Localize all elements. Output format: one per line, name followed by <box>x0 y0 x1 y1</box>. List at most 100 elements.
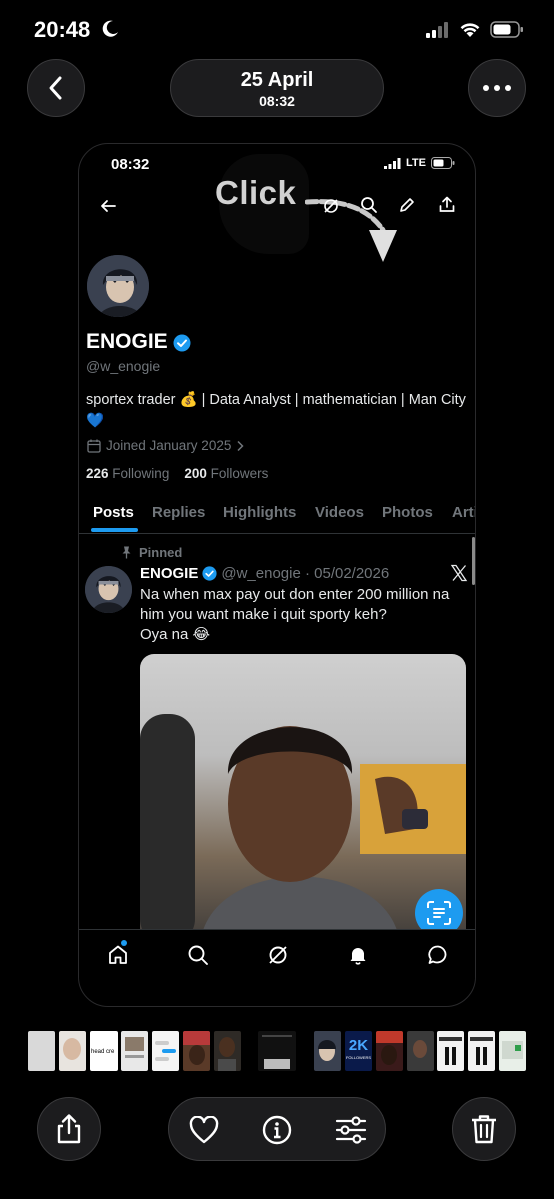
chevron-left-icon <box>49 76 62 100</box>
profile-bio: sportex trader 💰 | Data Analyst | mathem… <box>86 392 466 429</box>
photo-viewer-image[interactable]: 08:32 LTE Click ENOGIE @w_enogie sportex… <box>78 143 476 1007</box>
thumbnail[interactable] <box>152 1031 179 1071</box>
system-status-bar: 20:48 <box>0 0 554 60</box>
search-icon[interactable] <box>360 196 378 214</box>
chevron-right-icon <box>237 440 244 451</box>
scan-text-icon <box>427 901 451 925</box>
following-link[interactable]: 226 Following <box>86 466 169 481</box>
cellular-signal-icon <box>384 157 401 169</box>
home-icon[interactable] <box>107 944 129 966</box>
post-text: Na when max pay out don enter 200 millio… <box>140 585 470 645</box>
screenshot-status-indicators: LTE <box>384 157 455 169</box>
verified-badge-icon <box>202 566 217 581</box>
network-type: LTE <box>406 157 426 169</box>
post-author-avatar[interactable] <box>85 566 132 613</box>
thumbnail[interactable] <box>499 1031 526 1071</box>
thumbnail[interactable] <box>407 1031 434 1071</box>
info-icon[interactable] <box>262 1115 292 1145</box>
notification-dot <box>121 940 127 946</box>
thumbnail-image <box>502 1041 523 1059</box>
thumbnail[interactable] <box>28 1031 55 1071</box>
messages-icon[interactable] <box>427 944 449 966</box>
heart-icon[interactable] <box>189 1116 219 1144</box>
grok-icon[interactable] <box>267 944 289 966</box>
pinned-label: Pinned <box>121 545 182 560</box>
thumbnail-image <box>318 1040 336 1061</box>
post-meta: @w_enogie · 05/02/2026 <box>221 565 390 582</box>
thumbnail-image <box>125 1037 144 1058</box>
thumbnail[interactable] <box>59 1031 86 1071</box>
joined-label: Joined January 2025 <box>106 438 232 453</box>
followers-count: 200 <box>184 466 207 481</box>
followers-label: Followers <box>210 466 269 481</box>
tab-articles[interactable]: Arti <box>452 504 475 521</box>
curved-arrow-annotation <box>305 199 397 262</box>
followers-link[interactable]: 200 Followers <box>184 466 268 481</box>
thumbnail[interactable] <box>121 1031 148 1071</box>
post-header: ENOGIE @w_enogie · 05/02/2026 <box>140 565 389 582</box>
post-author-name[interactable]: ENOGIE <box>140 565 198 582</box>
tab-posts[interactable]: Posts <box>93 504 134 521</box>
search-icon[interactable] <box>187 944 209 966</box>
thumbnail-caption: head cre <box>91 1049 115 1055</box>
moon-icon <box>102 20 118 37</box>
thumbnail-badge: 2K <box>348 1037 369 1054</box>
more-button[interactable] <box>468 59 526 117</box>
calendar-icon <box>87 439 101 453</box>
follow-counts: 226 Following 200 Followers <box>86 466 268 481</box>
thumbnail-badge-sub: FOLLOWERS <box>345 1055 372 1060</box>
thumbnail[interactable] <box>468 1031 495 1071</box>
verified-badge-icon <box>173 334 191 352</box>
thumbnail[interactable]: head cre <box>90 1031 118 1071</box>
photo-time: 08:32 <box>259 93 295 109</box>
post-text-line: Na when max pay out don enter 200 millio… <box>140 586 450 603</box>
scrollbar[interactable] <box>472 537 475 585</box>
thumbnail[interactable] <box>314 1031 341 1071</box>
notifications-icon[interactable] <box>347 944 369 966</box>
back-button[interactable] <box>27 59 85 117</box>
thumbnail-image <box>376 1031 403 1065</box>
screenshot-status-time: 08:32 <box>111 156 150 173</box>
edit-icon[interactable] <box>399 197 415 213</box>
thumbnail-image <box>155 1041 176 1061</box>
click-annotation: Click <box>215 174 297 211</box>
thumbnail[interactable] <box>376 1031 403 1071</box>
share-icon[interactable] <box>439 196 455 213</box>
thumbnail-selected[interactable] <box>258 1031 296 1071</box>
thumbnail-image <box>439 1037 462 1065</box>
avatar-image <box>87 255 149 317</box>
back-arrow-icon[interactable] <box>100 198 116 214</box>
share-icon <box>57 1114 81 1144</box>
status-indicators <box>426 21 524 38</box>
thumbnail-strip[interactable]: head cre 2K FOLLOWERS <box>0 1031 554 1073</box>
thumbnail-image <box>262 1035 292 1069</box>
grok-icon[interactable] <box>322 197 340 215</box>
joined-date[interactable]: Joined January 2025 <box>87 438 244 453</box>
wifi-icon <box>460 23 480 37</box>
profile-avatar[interactable] <box>85 253 151 319</box>
thumbnail-image <box>63 1038 81 1060</box>
post-text-line: him you want make i quit sporty keh? <box>140 606 387 623</box>
share-button[interactable] <box>37 1097 101 1161</box>
battery-icon <box>431 157 455 169</box>
date-header: 25 April 08:32 <box>170 59 384 117</box>
tab-replies[interactable]: Replies <box>152 504 205 521</box>
thumbnail-image <box>413 1040 427 1058</box>
tab-highlights[interactable]: Highlights <box>223 504 296 521</box>
post-text-line: Oya na 😂 <box>140 626 211 643</box>
trash-icon <box>472 1115 496 1144</box>
status-time: 20:48 <box>34 17 91 42</box>
thumbnail[interactable] <box>214 1031 241 1071</box>
photo-date: 25 April <box>240 69 314 91</box>
thumbnail[interactable]: 2K FOLLOWERS <box>345 1031 372 1071</box>
avatar-image <box>85 566 132 613</box>
tab-videos[interactable]: Videos <box>315 504 364 521</box>
sliders-icon[interactable] <box>335 1116 367 1144</box>
ellipsis-icon <box>483 85 511 91</box>
tab-photos[interactable]: Photos <box>382 504 433 521</box>
thumbnail[interactable] <box>437 1031 464 1071</box>
thumbnail[interactable] <box>183 1031 210 1071</box>
profile-tabs: Posts Replies Highlights Videos Photos A… <box>79 496 475 534</box>
delete-button[interactable] <box>452 1097 516 1161</box>
following-label: Following <box>112 466 170 481</box>
